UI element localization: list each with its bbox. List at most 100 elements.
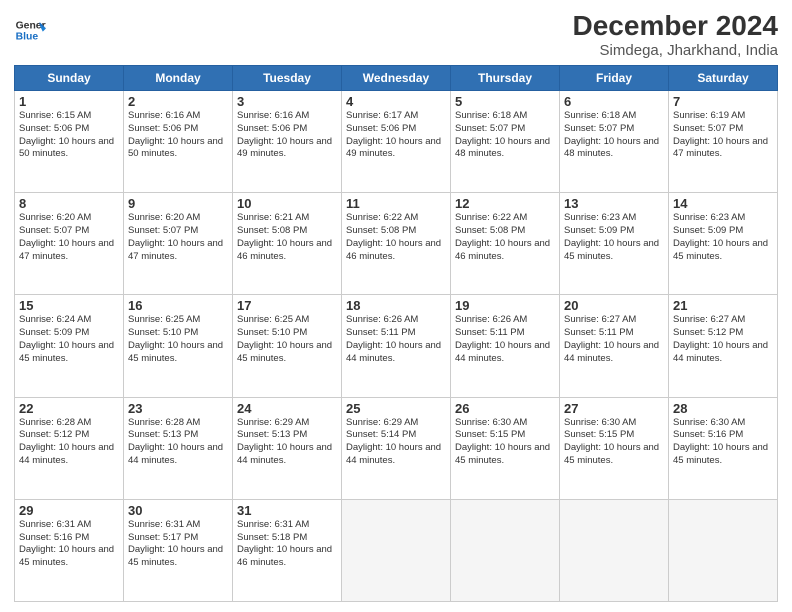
day-info: Sunrise: 6:25 AMSunset: 5:10 PMDaylight:… (237, 314, 332, 363)
day-number: 22 (19, 401, 119, 416)
title-block: December 2024 Simdega, Jharkhand, India (573, 10, 778, 59)
day-info: Sunrise: 6:24 AMSunset: 5:09 PMDaylight:… (19, 314, 114, 363)
day-info: Sunrise: 6:30 AMSunset: 5:16 PMDaylight:… (673, 417, 768, 466)
page: General Blue December 2024 Simdega, Jhar… (0, 0, 792, 612)
table-row: 17 Sunrise: 6:25 AMSunset: 5:10 PMDaylig… (233, 295, 342, 397)
day-number: 27 (564, 401, 664, 416)
table-row: 5 Sunrise: 6:18 AMSunset: 5:07 PMDayligh… (451, 91, 560, 193)
table-row: 18 Sunrise: 6:26 AMSunset: 5:11 PMDaylig… (342, 295, 451, 397)
location: Simdega, Jharkhand, India (573, 42, 778, 59)
day-number: 12 (455, 196, 555, 211)
table-row: 28 Sunrise: 6:30 AMSunset: 5:16 PMDaylig… (669, 397, 778, 499)
day-number: 23 (128, 401, 228, 416)
day-info: Sunrise: 6:27 AMSunset: 5:12 PMDaylight:… (673, 314, 768, 363)
day-info: Sunrise: 6:27 AMSunset: 5:11 PMDaylight:… (564, 314, 659, 363)
table-row: 9 Sunrise: 6:20 AMSunset: 5:07 PMDayligh… (124, 193, 233, 295)
col-friday: Friday (560, 66, 669, 91)
day-number: 14 (673, 196, 773, 211)
table-row: 23 Sunrise: 6:28 AMSunset: 5:13 PMDaylig… (124, 397, 233, 499)
table-row: 14 Sunrise: 6:23 AMSunset: 5:09 PMDaylig… (669, 193, 778, 295)
header: General Blue December 2024 Simdega, Jhar… (14, 10, 778, 59)
day-info: Sunrise: 6:17 AMSunset: 5:06 PMDaylight:… (346, 110, 441, 159)
day-info: Sunrise: 6:28 AMSunset: 5:13 PMDaylight:… (128, 417, 223, 466)
day-info: Sunrise: 6:29 AMSunset: 5:14 PMDaylight:… (346, 417, 441, 466)
table-row: 4 Sunrise: 6:17 AMSunset: 5:06 PMDayligh… (342, 91, 451, 193)
day-info: Sunrise: 6:25 AMSunset: 5:10 PMDaylight:… (128, 314, 223, 363)
table-row (669, 499, 778, 601)
calendar-header-row: Sunday Monday Tuesday Wednesday Thursday… (15, 66, 778, 91)
day-info: Sunrise: 6:23 AMSunset: 5:09 PMDaylight:… (673, 212, 768, 261)
day-info: Sunrise: 6:31 AMSunset: 5:16 PMDaylight:… (19, 519, 114, 568)
table-row: 26 Sunrise: 6:30 AMSunset: 5:15 PMDaylig… (451, 397, 560, 499)
day-number: 4 (346, 94, 446, 109)
table-row (342, 499, 451, 601)
day-info: Sunrise: 6:22 AMSunset: 5:08 PMDaylight:… (346, 212, 441, 261)
table-row: 13 Sunrise: 6:23 AMSunset: 5:09 PMDaylig… (560, 193, 669, 295)
day-number: 30 (128, 503, 228, 518)
day-info: Sunrise: 6:30 AMSunset: 5:15 PMDaylight:… (455, 417, 550, 466)
table-row: 7 Sunrise: 6:19 AMSunset: 5:07 PMDayligh… (669, 91, 778, 193)
col-sunday: Sunday (15, 66, 124, 91)
day-number: 28 (673, 401, 773, 416)
day-number: 16 (128, 298, 228, 313)
day-number: 18 (346, 298, 446, 313)
table-row: 15 Sunrise: 6:24 AMSunset: 5:09 PMDaylig… (15, 295, 124, 397)
col-tuesday: Tuesday (233, 66, 342, 91)
table-row: 30 Sunrise: 6:31 AMSunset: 5:17 PMDaylig… (124, 499, 233, 601)
day-info: Sunrise: 6:29 AMSunset: 5:13 PMDaylight:… (237, 417, 332, 466)
calendar-week-row: 8 Sunrise: 6:20 AMSunset: 5:07 PMDayligh… (15, 193, 778, 295)
day-number: 2 (128, 94, 228, 109)
table-row: 21 Sunrise: 6:27 AMSunset: 5:12 PMDaylig… (669, 295, 778, 397)
table-row: 12 Sunrise: 6:22 AMSunset: 5:08 PMDaylig… (451, 193, 560, 295)
day-info: Sunrise: 6:26 AMSunset: 5:11 PMDaylight:… (346, 314, 441, 363)
table-row: 24 Sunrise: 6:29 AMSunset: 5:13 PMDaylig… (233, 397, 342, 499)
day-number: 15 (19, 298, 119, 313)
day-number: 10 (237, 196, 337, 211)
day-info: Sunrise: 6:26 AMSunset: 5:11 PMDaylight:… (455, 314, 550, 363)
col-wednesday: Wednesday (342, 66, 451, 91)
table-row: 10 Sunrise: 6:21 AMSunset: 5:08 PMDaylig… (233, 193, 342, 295)
day-number: 17 (237, 298, 337, 313)
day-number: 9 (128, 196, 228, 211)
day-number: 25 (346, 401, 446, 416)
logo: General Blue (14, 14, 46, 46)
table-row: 16 Sunrise: 6:25 AMSunset: 5:10 PMDaylig… (124, 295, 233, 397)
logo-icon: General Blue (14, 14, 46, 46)
col-thursday: Thursday (451, 66, 560, 91)
col-saturday: Saturday (669, 66, 778, 91)
day-info: Sunrise: 6:31 AMSunset: 5:17 PMDaylight:… (128, 519, 223, 568)
day-info: Sunrise: 6:30 AMSunset: 5:15 PMDaylight:… (564, 417, 659, 466)
day-number: 1 (19, 94, 119, 109)
day-info: Sunrise: 6:16 AMSunset: 5:06 PMDaylight:… (128, 110, 223, 159)
day-info: Sunrise: 6:31 AMSunset: 5:18 PMDaylight:… (237, 519, 332, 568)
day-number: 21 (673, 298, 773, 313)
day-info: Sunrise: 6:16 AMSunset: 5:06 PMDaylight:… (237, 110, 332, 159)
day-number: 7 (673, 94, 773, 109)
table-row: 11 Sunrise: 6:22 AMSunset: 5:08 PMDaylig… (342, 193, 451, 295)
day-number: 8 (19, 196, 119, 211)
day-number: 11 (346, 196, 446, 211)
table-row: 2 Sunrise: 6:16 AMSunset: 5:06 PMDayligh… (124, 91, 233, 193)
table-row: 25 Sunrise: 6:29 AMSunset: 5:14 PMDaylig… (342, 397, 451, 499)
day-info: Sunrise: 6:19 AMSunset: 5:07 PMDaylight:… (673, 110, 768, 159)
day-info: Sunrise: 6:21 AMSunset: 5:08 PMDaylight:… (237, 212, 332, 261)
day-number: 19 (455, 298, 555, 313)
table-row (451, 499, 560, 601)
day-info: Sunrise: 6:20 AMSunset: 5:07 PMDaylight:… (19, 212, 114, 261)
day-number: 31 (237, 503, 337, 518)
day-info: Sunrise: 6:22 AMSunset: 5:08 PMDaylight:… (455, 212, 550, 261)
svg-text:Blue: Blue (16, 32, 39, 43)
calendar-table: Sunday Monday Tuesday Wednesday Thursday… (14, 65, 778, 602)
calendar-week-row: 22 Sunrise: 6:28 AMSunset: 5:12 PMDaylig… (15, 397, 778, 499)
calendar-week-row: 15 Sunrise: 6:24 AMSunset: 5:09 PMDaylig… (15, 295, 778, 397)
day-number: 29 (19, 503, 119, 518)
day-number: 6 (564, 94, 664, 109)
month-title: December 2024 (573, 10, 778, 42)
table-row: 19 Sunrise: 6:26 AMSunset: 5:11 PMDaylig… (451, 295, 560, 397)
day-number: 13 (564, 196, 664, 211)
table-row: 22 Sunrise: 6:28 AMSunset: 5:12 PMDaylig… (15, 397, 124, 499)
day-number: 24 (237, 401, 337, 416)
calendar-week-row: 1 Sunrise: 6:15 AMSunset: 5:06 PMDayligh… (15, 91, 778, 193)
day-info: Sunrise: 6:18 AMSunset: 5:07 PMDaylight:… (455, 110, 550, 159)
col-monday: Monday (124, 66, 233, 91)
